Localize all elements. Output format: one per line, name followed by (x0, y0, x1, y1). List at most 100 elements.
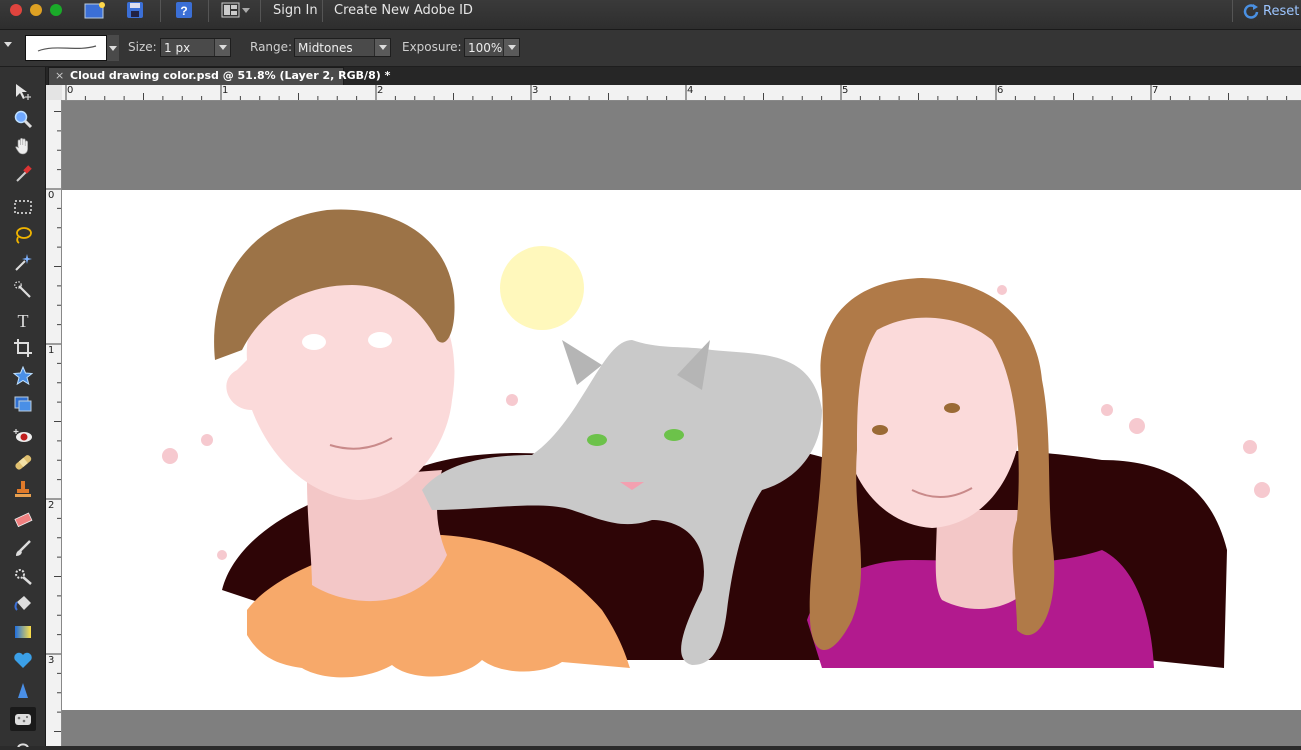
gradient-tool[interactable] (10, 620, 36, 644)
svg-text:T: T (18, 311, 29, 330)
vertical-ruler[interactable]: 0 1 2 3 (46, 100, 62, 746)
document-tab-title: Cloud drawing color.psd @ 51.8% (Layer 2… (70, 69, 391, 82)
brush-icon (16, 540, 31, 556)
marquee-tool[interactable] (10, 195, 36, 219)
smart-brush-icon (15, 569, 32, 585)
shape-tool[interactable] (10, 648, 36, 672)
ruler-top-label: 2 (377, 85, 384, 96)
ruler-top-label: 4 (687, 85, 694, 96)
menu-bar: ? Sign In Create New Adobe ID Reset (0, 0, 1301, 30)
minimize-window-button[interactable] (30, 4, 42, 16)
quick-selection-icon (14, 281, 31, 298)
magic-wand-tool[interactable] (10, 250, 36, 274)
document-tab[interactable]: × Cloud drawing color.psd @ 51.8% (Layer… (48, 67, 390, 85)
zoom-tool[interactable] (10, 107, 36, 131)
reset-label: Reset (1263, 3, 1300, 19)
tool-options-bar: Size: 1 px Range: Midtones Exposure: 100… (0, 30, 1301, 67)
reset-icon (1243, 4, 1259, 19)
range-select[interactable]: Midtones (294, 38, 391, 57)
eyedropper-tool[interactable] (10, 162, 36, 186)
sign-in-link[interactable]: Sign In (273, 3, 318, 18)
create-adobe-id-link[interactable]: Create New Adobe ID (334, 3, 473, 18)
blur-icon (18, 683, 28, 698)
ruler-top-label: 0 (67, 85, 74, 96)
brush-tool[interactable] (10, 536, 36, 560)
gradient-icon (15, 626, 31, 638)
eraser-tool[interactable] (10, 508, 36, 532)
workspace-dropdown-icon[interactable] (240, 0, 252, 20)
ruler-left-label: 2 (48, 500, 55, 511)
hand-icon (15, 138, 28, 155)
close-document-icon[interactable]: × (55, 68, 64, 84)
sponge-icon (15, 714, 31, 725)
ruler-top-label: 6 (997, 85, 1004, 96)
exposure-label: Exposure: (402, 40, 462, 54)
ruler-left-label: 3 (48, 655, 55, 666)
range-value: Midtones (298, 41, 353, 55)
save-icon[interactable] (123, 0, 147, 20)
red-eye-tool[interactable] (10, 424, 36, 448)
horizontal-ruler[interactable]: 0 1 2 3 4 5 6 7 (62, 85, 1301, 101)
brush-picker-dropdown[interactable] (107, 35, 119, 61)
zoom-window-button[interactable] (50, 4, 62, 16)
exposure-field[interactable]: 100% (464, 38, 520, 57)
custom-shape-tool[interactable] (10, 364, 36, 388)
ruler-top-label: 7 (1152, 85, 1159, 96)
brush-preview[interactable] (25, 35, 107, 61)
ruler-left-label: 0 (48, 190, 55, 201)
paint-bucket-tool[interactable] (10, 592, 36, 616)
clone-stamp-tool[interactable] (10, 477, 36, 501)
eraser-icon (14, 512, 33, 528)
blur-tool[interactable] (10, 679, 36, 703)
move-tool[interactable] (10, 80, 36, 104)
ruler-top-label: 3 (532, 85, 539, 96)
custom-shape-icon (13, 366, 33, 386)
recompose-tool[interactable] (10, 392, 36, 416)
marquee-icon (14, 200, 32, 214)
exposure-value: 100% (468, 41, 503, 55)
lasso-icon (16, 227, 32, 244)
range-label: Range: (250, 40, 293, 54)
red-eye-icon (13, 429, 32, 442)
paint-bucket-icon (14, 596, 31, 611)
quick-selection-tool[interactable] (10, 278, 36, 302)
magic-wand-icon (15, 254, 32, 271)
size-label: Size: (128, 40, 157, 54)
type-icon: T (18, 311, 29, 330)
ruler-left-label: 1 (48, 345, 55, 356)
size-dropdown-icon[interactable] (214, 39, 230, 56)
healing-brush-tool[interactable] (10, 450, 36, 474)
help-icon[interactable]: ? (172, 0, 196, 20)
close-window-button[interactable] (10, 4, 22, 16)
clone-stamp-icon (15, 481, 31, 497)
recompose-icon (14, 396, 32, 412)
hand-tool[interactable] (10, 134, 36, 158)
tool-preset-dropdown[interactable] (4, 42, 12, 47)
sponge-tool[interactable] (10, 707, 36, 731)
shape-icon (14, 652, 32, 668)
zoom-icon (14, 110, 33, 129)
new-file-icon[interactable] (83, 0, 107, 20)
reset-button[interactable]: Reset (1243, 0, 1301, 22)
exposure-dropdown-icon[interactable] (503, 39, 519, 56)
document-canvas[interactable] (62, 190, 1301, 710)
ruler-origin[interactable] (46, 85, 62, 101)
ruler-top-label: 1 (222, 85, 229, 96)
smart-brush-tool[interactable] (10, 564, 36, 588)
tools-panel: T (0, 67, 46, 747)
size-field[interactable]: 1 px (160, 38, 231, 57)
rotate-icon (17, 743, 29, 747)
range-dropdown-icon[interactable] (374, 39, 390, 56)
move-icon (16, 84, 31, 100)
crop-tool[interactable] (10, 336, 36, 360)
type-tool[interactable]: T (10, 308, 36, 332)
ruler-top-label: 5 (842, 85, 849, 96)
svg-text:?: ? (180, 4, 187, 18)
lasso-tool[interactable] (10, 223, 36, 247)
healing-brush-icon (15, 455, 32, 470)
crop-icon (14, 339, 32, 357)
size-value: 1 px (164, 41, 191, 55)
extra-tool[interactable] (10, 735, 36, 747)
eyedropper-icon (16, 165, 32, 182)
artwork-illustration (162, 209, 1270, 678)
